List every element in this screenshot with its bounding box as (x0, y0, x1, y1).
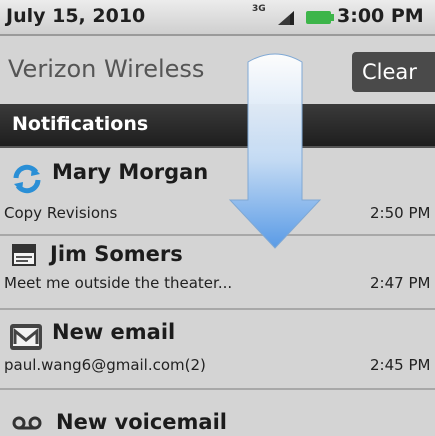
sync-icon (13, 164, 41, 194)
notification-subtitle: Meet me outside the theater... (4, 274, 233, 292)
notification-title: New email (52, 320, 176, 344)
network-type-icon: 3G (252, 4, 266, 14)
section-title: Notifications (12, 113, 149, 135)
notification-title: New voicemail (56, 410, 227, 434)
status-date: July 15, 2010 (6, 5, 146, 27)
battery-icon (306, 11, 334, 24)
notification-item[interactable]: Jim Somers Meet me outside the theater..… (0, 236, 435, 310)
status-bar[interactable]: July 15, 2010 3G 3:00 PM (0, 0, 435, 36)
notification-item[interactable]: New voicemail (0, 390, 435, 436)
message-icon (12, 244, 36, 266)
notifications-section-header: Notifications (0, 104, 435, 148)
status-time: 3:00 PM (337, 5, 424, 27)
notification-subtitle: Copy Revisions (4, 204, 118, 222)
notification-time: 2:47 PM (370, 274, 431, 292)
notification-item[interactable]: New email paul.wang6@gmail.com(2) 2:45 P… (0, 310, 435, 390)
notification-title: Mary Morgan (52, 160, 209, 184)
voicemail-icon (12, 416, 42, 430)
signal-strength-icon (278, 11, 294, 25)
notification-item[interactable]: Mary Morgan Copy Revisions 2:50 PM (0, 146, 435, 236)
notification-time: 2:45 PM (370, 356, 431, 374)
notification-subtitle: paul.wang6@gmail.com(2) (4, 356, 206, 374)
gmail-icon (10, 324, 42, 350)
notification-title: Jim Somers (50, 242, 183, 266)
notification-time: 2:50 PM (370, 204, 431, 222)
carrier-label: Verizon Wireless (8, 55, 205, 83)
clear-button[interactable]: Clear (352, 52, 435, 92)
pull-down-arrow-icon (228, 53, 322, 249)
